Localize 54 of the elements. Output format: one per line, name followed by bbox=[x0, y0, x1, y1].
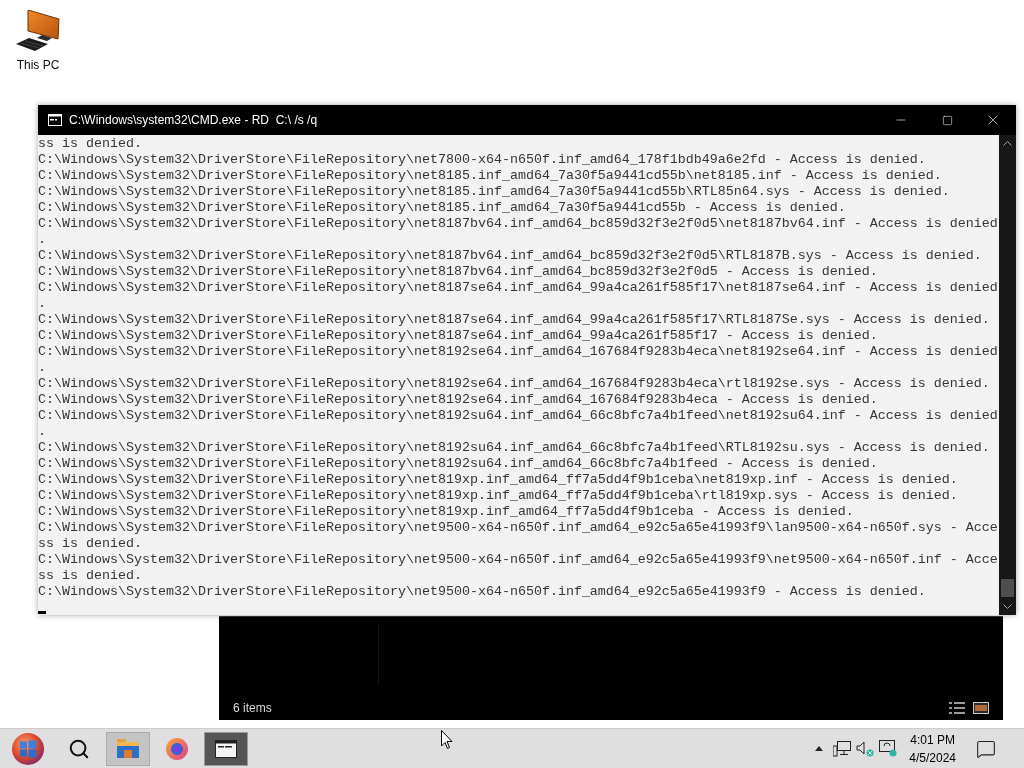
terminal-icon bbox=[48, 114, 62, 126]
item-count: 6 items bbox=[233, 701, 272, 715]
console-line: C:\Windows\System32\DriverStore\FileRepository\net8192se64.inf_amd64_167684f9283b4eca\net8192se64.inf - Access is denied bbox=[38, 344, 998, 360]
computer-icon bbox=[16, 10, 60, 52]
console-line: C:\Windows\System32\DriverStore\FileRepository\net9500-x64-n650f.inf_amd64_e92c5a65e41993f9 - Access is denied. bbox=[38, 584, 926, 600]
speaker-muted-icon[interactable] bbox=[855, 740, 874, 757]
console-line: C:\Windows\System32\DriverStore\FileRepository\net8185.inf_amd64_7a30f5a9441cd55b - Access is denied. bbox=[38, 200, 846, 216]
speech-bubble-icon bbox=[976, 738, 996, 759]
console-line: C:\Windows\System32\DriverStore\FileRepository\net8192se64.inf_amd64_167684f9283b4eca - Access is denied. bbox=[38, 392, 878, 408]
console-line: C:\Windows\System32\DriverStore\FileRepository\net8187se64.inf_amd64_99a4ca261f585f17 - Access is denied. bbox=[38, 328, 878, 344]
thumbnail-view-icon[interactable] bbox=[973, 702, 989, 714]
console-line: . bbox=[38, 296, 46, 312]
scroll-down-icon[interactable] bbox=[1003, 604, 1012, 609]
console-line: C:\Windows\System32\DriverStore\FileRepository\net8192su64.inf_amd64_66c8bfc7a4b1feed\net8192su64.inf - Access is denied bbox=[38, 408, 998, 424]
console-line: . bbox=[38, 232, 46, 248]
console-line: C:\Windows\System32\DriverStore\FileRepository\net9500-x64-n650f.inf_amd64_e92c5a65e41993f9\lan9500-x64-n650f.sys - Acce bbox=[38, 520, 998, 536]
taskbar-app-button[interactable] bbox=[204, 731, 248, 766]
console-line: C:\Windows\System32\DriverStore\FileRepository\net819xp.inf_amd64_ff7a5dd4f9b1ceba\net819xp.inf - Access is denied. bbox=[38, 472, 958, 488]
console-line: ss is denied. bbox=[38, 136, 142, 152]
scrollbar-thumb[interactable] bbox=[1001, 579, 1014, 597]
network-monitor-icon[interactable] bbox=[832, 740, 851, 757]
mouse-pointer-icon bbox=[441, 730, 453, 749]
console-line: C:\Windows\System32\DriverStore\FileRepository\net8185.inf_amd64_7a30f5a9441cd55b\RTL85n64.sys - Access is denied. bbox=[38, 184, 950, 200]
caret-up-icon[interactable] bbox=[814, 746, 823, 751]
scrollbar[interactable] bbox=[999, 135, 1016, 615]
console-line: ss is denied. bbox=[38, 536, 142, 552]
console-line: C:\Windows\System32\DriverStore\FileRepository\net819xp.inf_amd64_ff7a5dd4f9b1ceba\rtl819xp.sys - Access is denied. bbox=[38, 488, 958, 504]
console-line: C:\Windows\System32\DriverStore\FileRepository\net8192su64.inf_amd64_66c8bfc7a4b1feed\RTL8192su.sys - Access is denied. bbox=[38, 440, 990, 456]
search-icon bbox=[68, 737, 90, 760]
console-line: . bbox=[38, 360, 46, 376]
console-line: C:\Windows\System32\DriverStore\FileRepository\net9500-x64-n650f.inf_amd64_e92c5a65e41993f9\net9500-x64-n650f.inf - Acce bbox=[38, 552, 998, 568]
console-line: C:\Windows\System32\DriverStore\FileRepository\net819xp.inf_amd64_ff7a5dd4f9b1ceba - Access is denied. bbox=[38, 504, 854, 520]
details-view-icon[interactable] bbox=[949, 702, 965, 714]
console-line: C:\Windows\System32\DriverStore\FileRepository\net8192se64.inf_amd64_167684f9283b4eca\rtl8192se.sys - Access is denied. bbox=[38, 376, 990, 392]
console-line: C:\Windows\System32\DriverStore\FileRepository\net8187bv64.inf_amd64_bc859d32f3e2f0d5\RTL8187B.sys - Access is denied. bbox=[38, 248, 982, 264]
start-orb-icon bbox=[11, 732, 44, 765]
console-line: C:\Windows\System32\DriverStore\FileRepository\net8187se64.inf_amd64_99a4ca261f585f17\net8187se64.inf - Access is denied bbox=[38, 280, 998, 296]
console-line: C:\Windows\System32\DriverStore\FileRepository\net8187se64.inf_amd64_99a4ca261f585f17\RTL8187Se.sys - Access is denied. bbox=[38, 312, 990, 328]
console-line: C:\Windows\System32\DriverStore\FileRepository\net8192su64.inf_amd64_66c8bfc7a4b1feed - Access is denied. bbox=[38, 456, 878, 472]
console-line: C:\Windows\System32\DriverStore\FileRepository\net8187bv64.inf_amd64_bc859d32f3e2f0d5\net8187bv64.inf - Access is denied bbox=[38, 216, 998, 232]
sync-monitor-icon[interactable] bbox=[878, 740, 897, 757]
clock-button[interactable]: 4:01 PM 4/5/2024 bbox=[903, 729, 962, 768]
console-line: C:\Windows\System32\DriverStore\FileRepository\net8185.inf_amd64_7a30f5a9441cd55b\net8185.inf - Access is denied. bbox=[38, 168, 942, 184]
terminal-icon bbox=[215, 739, 237, 758]
window-title: C:\Windows\system32\CMD.exe - RD C:\ /s /q bbox=[69, 113, 318, 127]
console-line: ss is denied. bbox=[38, 568, 142, 584]
scroll-up-icon[interactable] bbox=[1003, 141, 1012, 146]
text-cursor bbox=[38, 611, 46, 614]
maximize-icon bbox=[941, 114, 953, 126]
console-line: . bbox=[38, 424, 46, 440]
console-line: C:\Windows\System32\DriverStore\FileRepository\net8187bv64.inf_amd64_bc859d32f3e2f0d5 - Access is denied. bbox=[38, 264, 878, 280]
folder-icon bbox=[117, 739, 139, 758]
console-line: C:\Windows\System32\DriverStore\FileRepository\net7800-x64-n650f.inf_amd64_178f1bdb49a6e2fd - Access is denied. bbox=[38, 152, 926, 168]
ring-logo-icon bbox=[166, 737, 188, 760]
